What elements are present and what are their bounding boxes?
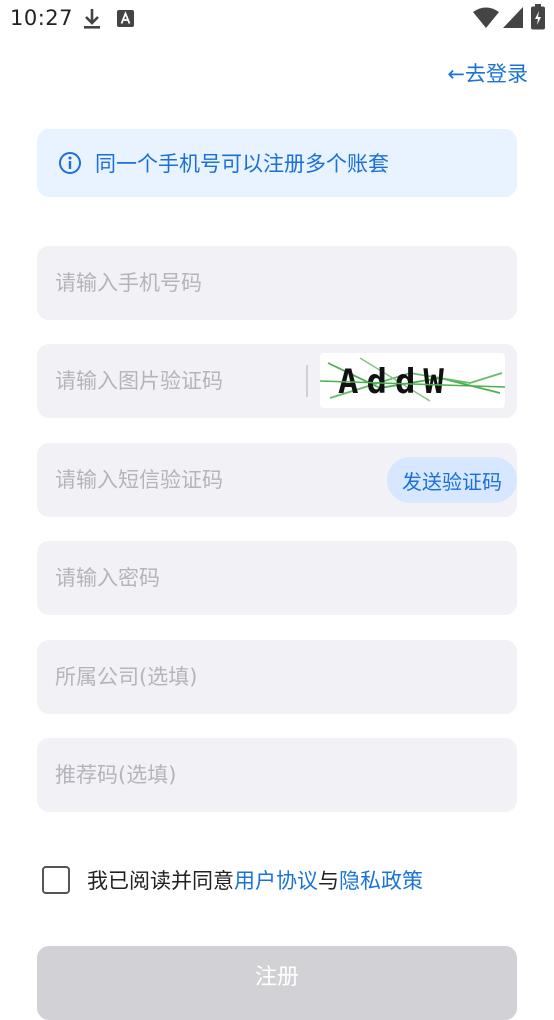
wifi-icon — [473, 7, 499, 28]
status-time: 10:27 — [10, 6, 74, 30]
password-input[interactable] — [55, 541, 355, 615]
notice-text: 同一个手机号可以注册多个账套 — [95, 152, 389, 176]
captcha-divider — [306, 365, 308, 397]
referral-input[interactable] — [55, 738, 355, 812]
captcha-input[interactable] — [55, 344, 295, 418]
phone-input[interactable] — [55, 246, 355, 320]
referral-field — [37, 738, 517, 812]
register-label: 注册 — [254, 965, 299, 990]
agreement-text: 我已阅读并同意用户协议与隐私政策 — [87, 865, 423, 895]
captcha-image[interactable]: AddW — [320, 353, 505, 408]
multi-account-notice: 同一个手机号可以注册多个账套 — [37, 129, 517, 197]
privacy-policy-link[interactable]: 隐私政策 — [339, 869, 423, 893]
info-icon — [59, 152, 81, 174]
captcha-field: AddW — [37, 344, 517, 418]
register-button[interactable]: 注册 — [37, 946, 517, 1020]
sms-code-field: 发送验证码 — [37, 443, 517, 517]
send-code-button[interactable]: 发送验证码 — [387, 457, 517, 503]
status-bar: 10:27 — [0, 0, 554, 38]
signal-icon — [503, 7, 523, 28]
agreement-checkbox[interactable] — [42, 866, 70, 894]
sms-code-input[interactable] — [55, 443, 355, 517]
password-field — [37, 541, 517, 615]
company-field — [37, 640, 517, 714]
back-to-login-link[interactable]: ←去登录 — [447, 58, 528, 88]
download-icon — [84, 9, 100, 29]
agreement-prefix: 我已阅读并同意 — [87, 869, 234, 893]
text-a-icon — [117, 10, 134, 27]
user-agreement-link[interactable]: 用户协议 — [234, 869, 318, 893]
company-input[interactable] — [55, 640, 355, 714]
agreement-conjunction: 与 — [318, 869, 339, 893]
phone-field — [37, 246, 517, 320]
battery-icon — [531, 4, 545, 30]
